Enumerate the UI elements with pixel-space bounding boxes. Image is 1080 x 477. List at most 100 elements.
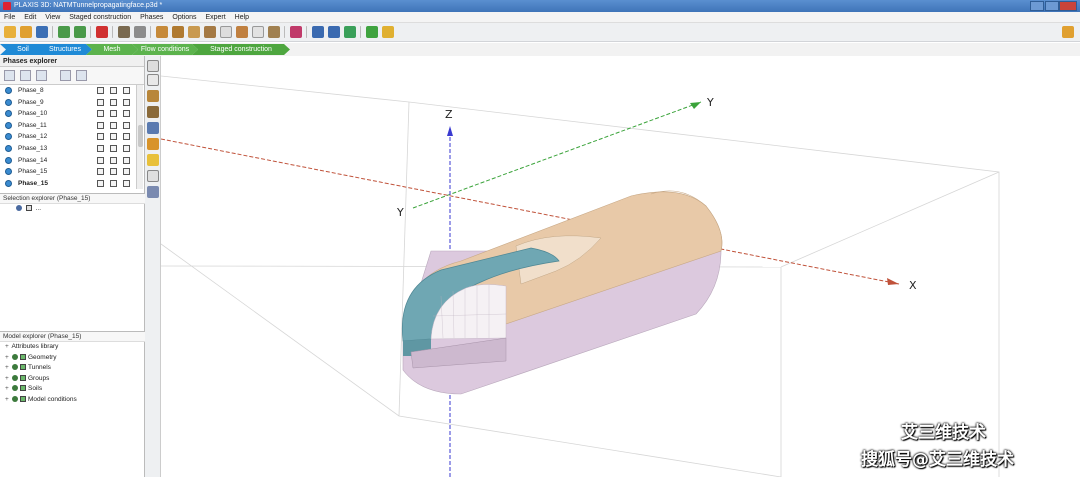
visibility-icon[interactable]: [12, 374, 18, 381]
view-top-icon[interactable]: [188, 26, 200, 38]
zoom-out-icon[interactable]: [328, 26, 340, 38]
view-blank-icon[interactable]: [220, 26, 232, 38]
expand-icon[interactable]: +: [5, 353, 10, 363]
phase-list-scrollbar[interactable]: [136, 85, 143, 189]
loading-type-icon: [110, 110, 117, 118]
view-iso-icon[interactable]: [204, 26, 216, 38]
tree-item-model-conditions[interactable]: + Model conditions: [0, 395, 145, 406]
view-side-icon[interactable]: [172, 26, 184, 38]
tree-item-groups[interactable]: + Groups: [0, 374, 145, 385]
tab-structures[interactable]: Structures: [38, 44, 92, 55]
open-project-icon[interactable]: [20, 26, 32, 38]
selection-item[interactable]: ...: [0, 204, 145, 215]
new-project-icon[interactable]: [4, 26, 16, 38]
phase-label: Phase_10: [18, 110, 48, 118]
copy-phase-icon[interactable]: [76, 70, 87, 81]
tab-soil[interactable]: Soil: [0, 44, 46, 55]
view-back-icon[interactable]: [236, 26, 248, 38]
search-icon[interactable]: [147, 138, 159, 150]
menu-help[interactable]: Help: [235, 14, 249, 21]
menu-staged-construction[interactable]: Staged construction: [69, 14, 131, 21]
tab-mesh[interactable]: Mesh: [86, 44, 138, 55]
pore-pressure-icon: [123, 121, 130, 129]
show-materials-icon[interactable]: [147, 90, 159, 102]
z-axis-label: Z: [445, 108, 453, 121]
tab-flow-conditions[interactable]: Flow conditions: [132, 44, 198, 55]
save-project-icon[interactable]: [36, 26, 48, 38]
view-bottom-icon[interactable]: [268, 26, 280, 38]
phase-row[interactable]: Phase_12: [0, 131, 135, 142]
tab-staged-construction[interactable]: Staged construction: [192, 44, 290, 55]
image-icon[interactable]: [147, 186, 159, 198]
phase-row[interactable]: Phase_10: [0, 108, 135, 119]
phase-row[interactable]: Phase_13: [0, 143, 135, 154]
menu-file[interactable]: File: [4, 14, 15, 21]
redo-icon[interactable]: [74, 26, 86, 38]
expand-icon[interactable]: +: [5, 384, 10, 394]
tree-item-attributes-library[interactable]: + Attributes library: [0, 342, 145, 353]
view-front-icon[interactable]: [156, 26, 168, 38]
checkbox-icon[interactable]: [20, 374, 26, 381]
expand-icon[interactable]: +: [5, 374, 10, 384]
pore-pressure-icon: [123, 179, 130, 187]
edit-phase-icon[interactable]: [60, 70, 71, 81]
model-canvas[interactable]: X Y Y Z: [161, 56, 1080, 477]
camera-icon[interactable]: [290, 26, 302, 38]
maximize-button[interactable]: [1045, 1, 1059, 11]
close-button[interactable]: [1059, 1, 1077, 11]
phase-row[interactable]: Phase_9: [0, 97, 135, 108]
tree-item-soils[interactable]: + Soils: [0, 384, 145, 395]
move-icon[interactable]: [147, 74, 159, 86]
menu-phases[interactable]: Phases: [140, 14, 163, 21]
checkbox-icon[interactable]: [20, 385, 26, 392]
pen-icon[interactable]: [147, 154, 159, 166]
checkbox-icon[interactable]: [20, 395, 26, 402]
report-icon[interactable]: [118, 26, 130, 38]
add-phase-icon[interactable]: [4, 70, 15, 81]
tree-item-geometry[interactable]: + Geometry: [0, 353, 145, 364]
phase-row[interactable]: Phase_8: [0, 85, 135, 96]
phase-row[interactable]: Phase_15: [0, 178, 135, 189]
loading-type-icon: [110, 179, 117, 187]
menu-expert[interactable]: Expert: [205, 14, 225, 21]
checkbox-icon[interactable]: [20, 353, 26, 360]
view-default-icon[interactable]: [252, 26, 264, 38]
delete-phase-icon[interactable]: [36, 70, 47, 81]
menu-edit[interactable]: Edit: [24, 14, 36, 21]
visibility-icon[interactable]: [12, 385, 18, 392]
light-bulb-icon[interactable]: [382, 26, 394, 38]
3d-viewport[interactable]: X Y Y Z 艾三维技术 搜狐号@艾三维技术: [161, 56, 1080, 477]
delete-icon[interactable]: [96, 26, 108, 38]
phase-label: Phase_9: [18, 98, 44, 106]
phase-row[interactable]: Phase_15: [0, 166, 135, 177]
print-icon[interactable]: [134, 26, 146, 38]
add-icon[interactable]: [366, 26, 378, 38]
expand-icon[interactable]: +: [5, 342, 10, 352]
menu-options[interactable]: Options: [172, 14, 196, 21]
select-pointer-icon[interactable]: [147, 60, 159, 72]
calculate-icon[interactable]: [1062, 26, 1074, 38]
phase-row[interactable]: Phase_11: [0, 120, 135, 131]
scrollbar-thumb[interactable]: [138, 125, 143, 147]
visibility-icon[interactable]: [12, 395, 18, 402]
selection-view-icon[interactable]: [147, 122, 159, 134]
visibility-icon[interactable]: [12, 353, 18, 360]
insert-phase-icon[interactable]: [20, 70, 31, 81]
menu-view[interactable]: View: [45, 14, 60, 21]
checkbox-icon[interactable]: [20, 364, 26, 371]
expand-icon[interactable]: +: [5, 363, 10, 373]
expand-icon[interactable]: +: [5, 395, 10, 405]
ruler-icon[interactable]: [147, 170, 159, 182]
zoom-in-icon[interactable]: [312, 26, 324, 38]
zoom-extents-icon[interactable]: [344, 26, 356, 38]
loading-type-icon: [110, 98, 117, 106]
minimize-button[interactable]: [1030, 1, 1044, 11]
phase-label: Phase_15: [18, 179, 48, 187]
phase-row[interactable]: Phase_14: [0, 155, 135, 166]
model-view-icon[interactable]: [147, 106, 159, 118]
y-axis-label: Y: [706, 96, 714, 109]
selection-check-icon[interactable]: [25, 205, 32, 212]
visibility-icon[interactable]: [12, 364, 18, 371]
undo-icon[interactable]: [58, 26, 70, 38]
tree-item-tunnels[interactable]: + Tunnels: [0, 363, 145, 374]
